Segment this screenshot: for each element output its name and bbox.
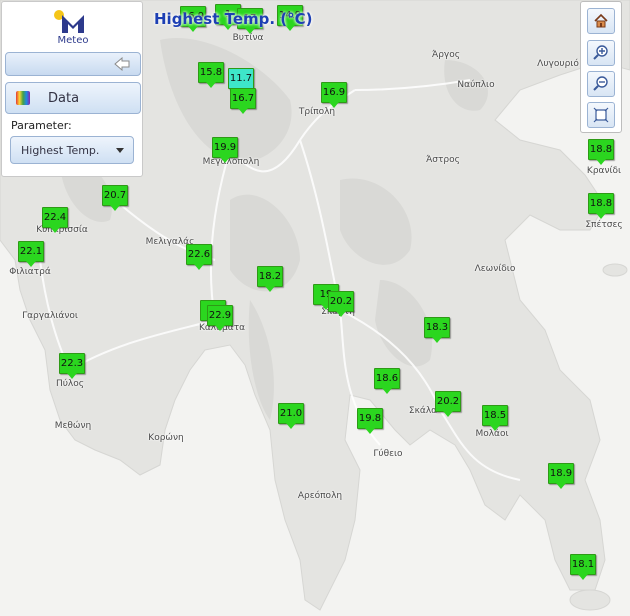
place-label-filiatra: Φιλιατρά — [9, 267, 51, 277]
place-label-koroni: Κορώνη — [148, 433, 184, 443]
logo-text: Meteo — [57, 35, 89, 46]
station-marker[interactable]: 18.1 — [570, 554, 596, 580]
station-marker[interactable]: 16.7 — [230, 88, 256, 114]
place-label-tripoli: Τρίπολη — [298, 107, 336, 117]
station-marker[interactable]: 18.3 — [424, 317, 450, 343]
place-label-vytina: Βυτίνα — [232, 33, 264, 43]
station-marker[interactable]: 11.7 — [228, 68, 254, 94]
zoom-in-icon — [593, 45, 608, 60]
place-label-skala: Σκάλα — [408, 406, 438, 416]
map-controls — [580, 1, 622, 133]
station-marker[interactable]: 18.9 — [548, 463, 574, 489]
parameter-label: Parameter: — [11, 119, 72, 132]
zoom-extent-button[interactable] — [587, 102, 615, 128]
place-label-gytheio: Γύθειο — [373, 449, 403, 459]
station-marker[interactable]: 18.2 — [257, 266, 283, 292]
station-marker[interactable]: 20.7 — [102, 185, 128, 211]
collapse-panel-button[interactable] — [5, 52, 141, 76]
place-label-argos: Άργος — [431, 50, 461, 60]
station-marker[interactable]: 15.8 — [198, 62, 224, 88]
place-label-kranidi: Κρανίδι — [586, 166, 622, 176]
station-marker[interactable]: 20.2 — [435, 391, 461, 417]
place-label-leonidio: Λεωνίδιο — [474, 264, 516, 274]
station-marker[interactable]: 22.4 — [42, 207, 68, 233]
station-marker[interactable]: 19.9 — [212, 137, 238, 163]
control-panel: Meteo Data Parameter: Highest Temp. — [1, 1, 143, 177]
place-label-gargaliani: Γαργαλιάνοι — [22, 311, 78, 321]
place-label-pylos: Πύλος — [55, 379, 85, 389]
station-marker[interactable]: 22.9 — [207, 305, 233, 331]
home-icon — [594, 13, 608, 28]
station-marker[interactable]: 22.1 — [18, 241, 44, 267]
meteo-logo-mark — [54, 10, 84, 33]
station-marker[interactable]: 20.2 — [328, 291, 354, 317]
station-marker[interactable]: 18.6 — [374, 368, 400, 394]
place-label-spetses: Σπέτσες — [585, 220, 623, 230]
station-marker[interactable]: 22.6 — [186, 244, 212, 270]
home-button[interactable] — [587, 8, 615, 34]
station-marker[interactable]: 19.8 — [357, 408, 383, 434]
data-button-label: Data — [48, 90, 80, 106]
station-marker[interactable]: 18.8 — [588, 139, 614, 165]
place-label-megalopoli: Μεγαλόπολη — [202, 157, 260, 167]
zoom-in-button[interactable] — [587, 40, 615, 66]
station-marker[interactable]: 16.9 — [321, 82, 347, 108]
place-label-nafplio: Ναύπλιο — [457, 80, 495, 90]
place-label-areopoli: Αρεόπολη — [297, 491, 343, 501]
data-button[interactable]: Data — [5, 82, 141, 114]
zoom-out-button[interactable] — [587, 71, 615, 97]
place-label-astros: Άστρος — [426, 155, 460, 165]
fit-extent-icon — [593, 107, 609, 123]
station-marker[interactable]: 21.0 — [278, 403, 304, 429]
station-marker[interactable]: 18.5 — [482, 405, 508, 431]
station-marker[interactable]: 22.3 — [59, 353, 85, 379]
place-label-lygourio: Λυγουριό — [537, 59, 579, 69]
place-label-methoni: Μεθώνη — [54, 421, 92, 431]
zoom-out-icon — [593, 76, 608, 91]
station-marker[interactable]: 18.8 — [588, 193, 614, 219]
data-palette-icon — [16, 91, 30, 105]
chevron-down-icon — [116, 147, 124, 153]
map-title: Highest Temp. (°C) — [154, 10, 313, 28]
meteo-logo: Meteo — [50, 7, 96, 49]
parameter-selected-value: Highest Temp. — [21, 143, 100, 157]
arrow-left-icon — [114, 57, 130, 71]
parameter-select[interactable]: Highest Temp. — [10, 136, 134, 164]
